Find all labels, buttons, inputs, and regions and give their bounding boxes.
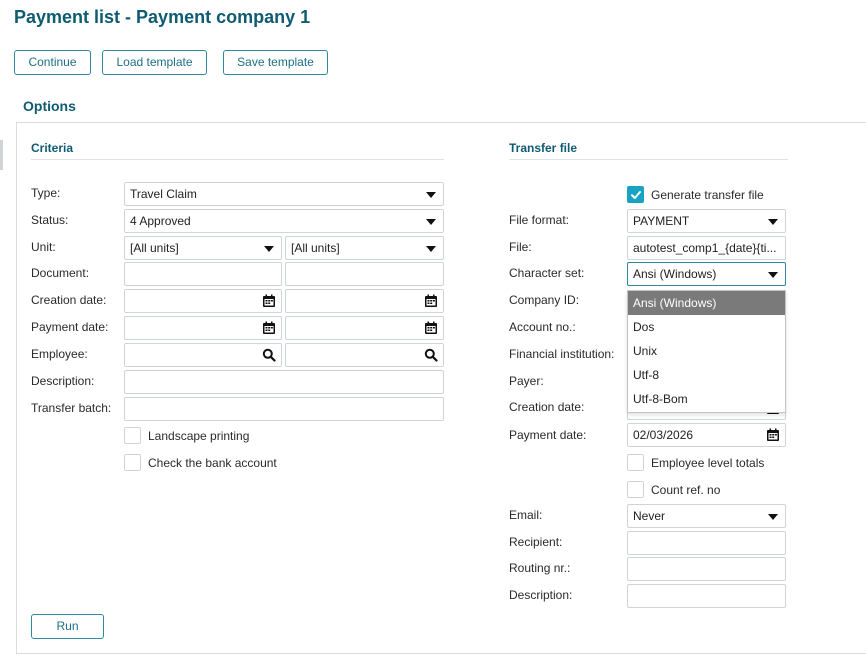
payer-label: Payer: [509, 374, 544, 388]
calendar-icon[interactable] [262, 294, 276, 308]
generate-transfer-file-label: Generate transfer file [651, 188, 764, 202]
email-value: Never [633, 509, 666, 523]
side-handle [0, 140, 3, 170]
check-icon [631, 191, 641, 199]
criteria-heading: Criteria [31, 141, 444, 160]
transfer-description-label: Description: [509, 588, 573, 602]
payment-date-to-input[interactable] [285, 316, 444, 340]
employee-level-totals-checkbox[interactable] [627, 454, 644, 471]
transfer-description-input[interactable] [627, 584, 786, 608]
type-value: Travel Claim [130, 187, 197, 201]
run-button[interactable]: Run [31, 614, 104, 639]
description-label: Description: [31, 374, 95, 388]
recipient-input[interactable] [627, 531, 786, 555]
calendar-icon[interactable] [424, 294, 438, 308]
file-input[interactable]: autotest_comp1_{date}{ti... [627, 236, 786, 260]
chevron-down-icon [426, 219, 436, 225]
search-icon[interactable] [424, 348, 438, 362]
payment-date-label: Payment date: [31, 320, 109, 334]
page-title: Payment list - Payment company 1 [14, 7, 311, 27]
check-bank-account-label: Check the bank account [148, 456, 277, 470]
unit-from-select[interactable]: [All units] [124, 236, 282, 260]
options-title: Options [23, 98, 76, 114]
chevron-down-icon [768, 219, 778, 225]
financial-institution-label: Financial institution: [509, 347, 615, 361]
character-set-select[interactable]: Ansi (Windows) [627, 262, 786, 286]
character-set-option[interactable]: Dos [628, 315, 785, 339]
landscape-printing-label: Landscape printing [148, 429, 250, 443]
calendar-icon[interactable] [766, 428, 780, 442]
calendar-icon[interactable] [424, 321, 438, 335]
transfer-payment-date-input[interactable]: 02/03/2026 [627, 423, 786, 447]
chevron-down-icon [768, 514, 778, 520]
character-set-dropdown: Ansi (Windows) Dos Unix Utf-8 Utf-8-Bom [627, 290, 786, 413]
document-from-input[interactable] [124, 262, 282, 286]
employee-label: Employee: [31, 347, 88, 361]
company-id-label: Company ID: [509, 293, 580, 307]
chevron-down-icon [426, 246, 436, 252]
chevron-down-icon [426, 192, 436, 198]
payment-date-from-input[interactable] [124, 316, 282, 340]
file-format-label: File format: [509, 213, 570, 227]
calendar-icon[interactable] [262, 321, 276, 335]
email-label: Email: [509, 508, 543, 522]
email-select[interactable]: Never [627, 504, 786, 528]
character-set-option[interactable]: Utf-8-Bom [628, 387, 785, 411]
count-ref-no-label: Count ref. no [651, 483, 721, 497]
check-bank-account-checkbox[interactable] [124, 454, 141, 471]
search-icon[interactable] [262, 348, 276, 362]
transfer-payment-date-value: 02/03/2026 [633, 428, 694, 442]
routing-nr-label: Routing nr.: [509, 561, 571, 575]
recipient-label: Recipient: [509, 535, 563, 549]
landscape-printing-checkbox[interactable] [124, 427, 141, 444]
status-select[interactable]: 4 Approved [124, 209, 444, 233]
unit-label: Unit: [31, 240, 56, 254]
generate-transfer-file-checkbox[interactable] [627, 186, 644, 203]
description-input[interactable] [124, 370, 444, 394]
transfer-batch-input[interactable] [124, 397, 444, 421]
transfer-creation-date-label: Creation date: [509, 400, 585, 414]
creation-date-label: Creation date: [31, 293, 107, 307]
continue-button[interactable]: Continue [14, 50, 91, 75]
file-format-select[interactable]: PAYMENT [627, 209, 786, 233]
employee-level-totals-label: Employee level totals [651, 456, 765, 470]
type-select[interactable]: Travel Claim [124, 182, 444, 206]
file-label: File: [509, 240, 532, 254]
transfer-file-heading: Transfer file [509, 141, 788, 160]
save-template-button[interactable]: Save template [223, 50, 328, 75]
transfer-payment-date-label: Payment date: [509, 428, 587, 442]
file-format-value: PAYMENT [633, 214, 690, 228]
routing-nr-input[interactable] [627, 557, 786, 581]
status-label: Status: [31, 213, 69, 227]
employee-to-input[interactable] [285, 343, 444, 367]
status-value: 4 Approved [130, 214, 191, 228]
employee-from-input[interactable] [124, 343, 282, 367]
chevron-down-icon [768, 272, 778, 278]
character-set-option[interactable]: Utf-8 [628, 363, 785, 387]
document-to-input[interactable] [285, 262, 444, 286]
load-template-button[interactable]: Load template [102, 50, 207, 75]
account-no-label: Account no.: [509, 320, 576, 334]
type-label: Type: [31, 186, 61, 200]
unit-from-value: [All units] [130, 241, 179, 255]
character-set-option[interactable]: Ansi (Windows) [628, 291, 785, 315]
creation-date-to-input[interactable] [285, 289, 444, 313]
count-ref-no-checkbox[interactable] [627, 481, 644, 498]
document-label: Document: [31, 266, 90, 280]
character-set-label: Character set: [509, 266, 585, 280]
unit-to-value: [All units] [291, 241, 340, 255]
creation-date-from-input[interactable] [124, 289, 282, 313]
character-set-value: Ansi (Windows) [633, 267, 717, 281]
transfer-batch-label: Transfer batch: [31, 401, 112, 415]
unit-to-select[interactable]: [All units] [285, 236, 444, 260]
chevron-down-icon [264, 246, 274, 252]
character-set-option[interactable]: Unix [628, 339, 785, 363]
